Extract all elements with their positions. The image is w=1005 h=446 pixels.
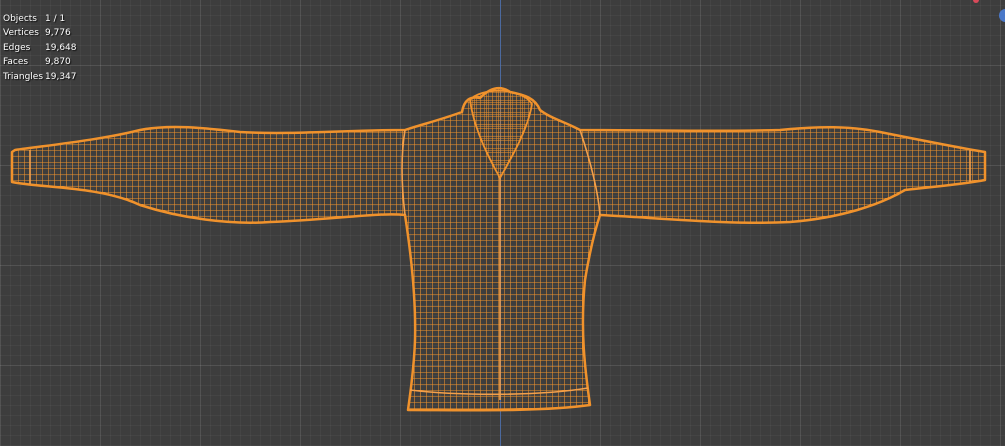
stat-objects: Objects 1 / 1	[3, 12, 77, 26]
shirt-wireframe-mesh[interactable]	[0, 0, 1005, 446]
stat-value: 19,347	[45, 71, 77, 82]
stat-value: 9,776	[45, 28, 71, 39]
stat-vertices: Vertices 9,776	[3, 26, 77, 40]
stat-edges: Edges 19,648	[3, 41, 77, 55]
stat-label: Triangles	[3, 71, 44, 82]
3d-viewport[interactable]: Objects 1 / 1 Vertices 9,776 Edges 19,64…	[0, 0, 1005, 446]
viewport-statistics-overlay: Objects 1 / 1 Vertices 9,776 Edges 19,64…	[3, 12, 77, 84]
stat-label: Faces	[3, 57, 29, 68]
stat-label: Edges	[3, 42, 31, 53]
stat-triangles: Triangles 19,347	[3, 70, 77, 84]
stat-value: 1 / 1	[45, 14, 66, 24]
z-axis-gizmo-icon[interactable]	[999, 9, 1005, 22]
stat-value: 9,870	[45, 57, 71, 68]
stat-label: Objects	[3, 14, 38, 24]
stat-value: 19,648	[45, 42, 77, 53]
stat-label: Vertices	[3, 28, 39, 39]
stat-faces: Faces 9,870	[3, 55, 77, 69]
